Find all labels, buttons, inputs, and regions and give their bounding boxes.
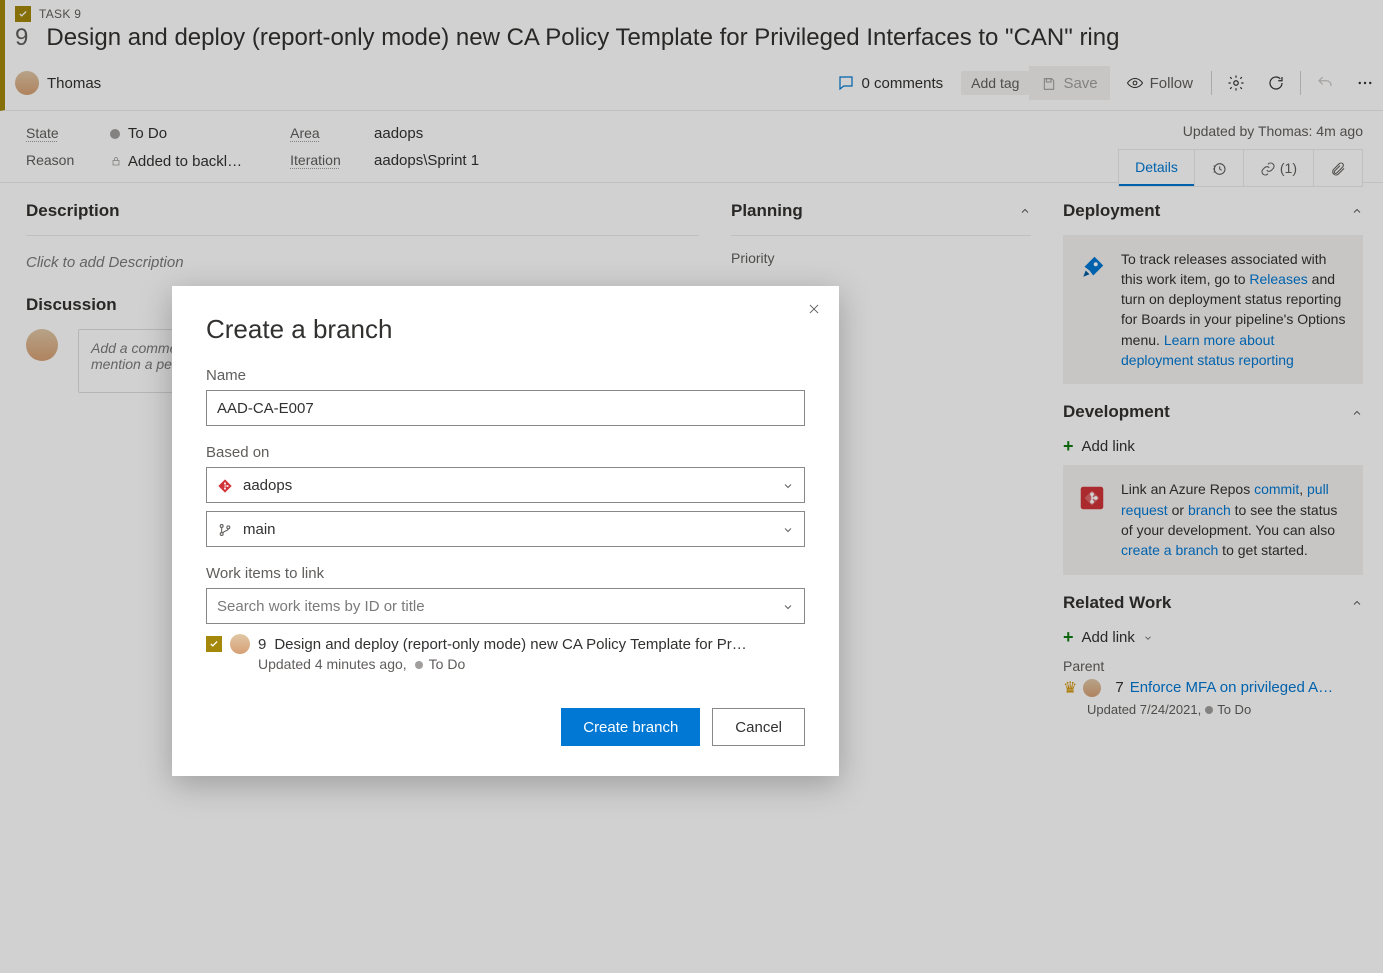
repo-icon — [217, 476, 233, 493]
linked-meta: Updated 4 minutes ago,To Do — [258, 656, 805, 672]
cancel-button[interactable]: Cancel — [712, 708, 805, 746]
chevron-down-icon — [782, 477, 794, 494]
linked-id: 9 — [258, 636, 266, 653]
dialog-close-button[interactable] — [807, 300, 821, 318]
close-icon — [807, 300, 821, 317]
branch-name-input[interactable] — [206, 390, 805, 426]
create-branch-button[interactable]: Create branch — [561, 708, 700, 746]
based-on-label: Based on — [206, 444, 805, 461]
chevron-down-icon — [782, 598, 794, 615]
work-item-search[interactable]: Search work items by ID or title — [206, 588, 805, 624]
linked-work-item[interactable]: 9 Design and deploy (report-only mode) n… — [206, 634, 805, 654]
base-branch-select[interactable]: main — [206, 511, 805, 547]
task-badge-icon — [206, 636, 222, 652]
linked-title: Design and deploy (report-only mode) new… — [274, 636, 746, 653]
dialog-title: Create a branch — [206, 314, 805, 345]
create-branch-dialog: Create a branch Name Based on aadops mai… — [172, 286, 839, 776]
state-dot-icon — [415, 661, 423, 669]
base-branch-value: main — [243, 521, 276, 538]
work-items-label: Work items to link — [206, 565, 805, 582]
linked-avatar — [230, 634, 250, 654]
branch-icon — [217, 520, 233, 537]
chevron-down-icon — [782, 521, 794, 538]
search-placeholder: Search work items by ID or title — [217, 598, 425, 615]
repo-select[interactable]: aadops — [206, 467, 805, 503]
name-field-label: Name — [206, 367, 805, 384]
repo-value: aadops — [243, 477, 292, 494]
